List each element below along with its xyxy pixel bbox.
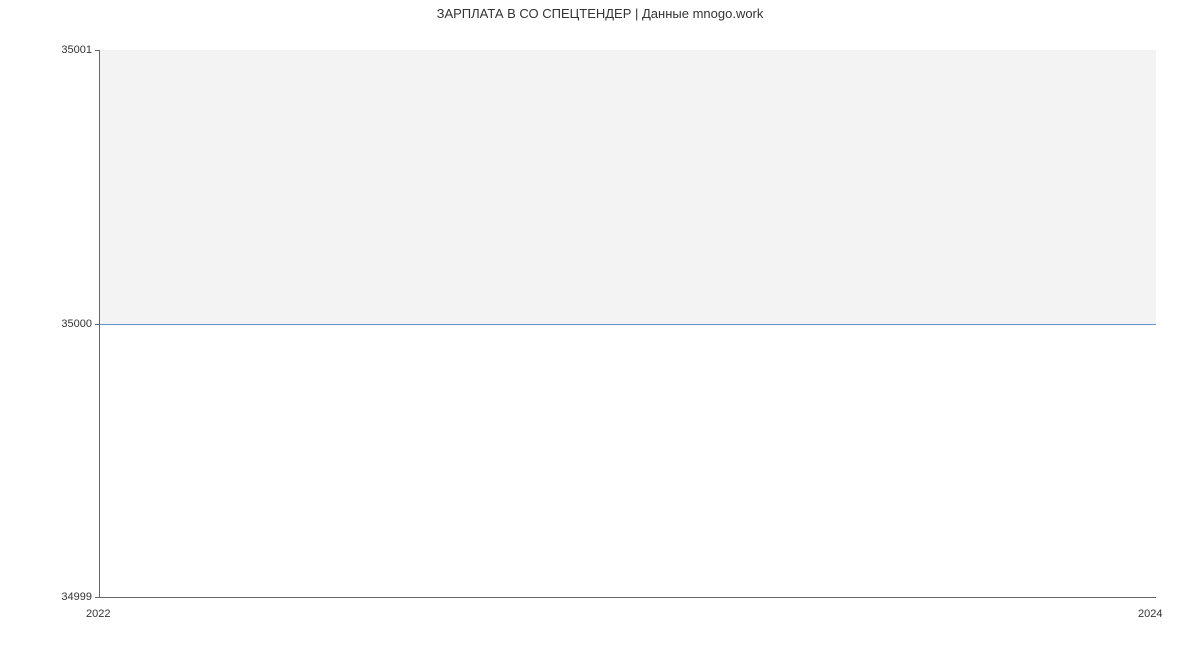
y-tick-label: 34999 xyxy=(61,591,92,603)
y-tick-label: 35000 xyxy=(61,318,92,330)
y-tick-mark xyxy=(95,50,99,51)
y-tick-mark xyxy=(95,324,99,325)
plot-area xyxy=(99,50,1156,598)
x-tick-label: 2024 xyxy=(1138,608,1162,620)
chart-fill-upper xyxy=(100,50,1156,324)
chart-container: ЗАРПЛАТА В СО СПЕЦТЕНДЕР | Данные mnogo.… xyxy=(0,0,1200,650)
chart-title: ЗАРПЛАТА В СО СПЕЦТЕНДЕР | Данные mnogo.… xyxy=(0,6,1200,21)
x-tick-label: 2022 xyxy=(86,608,110,620)
y-tick-mark xyxy=(95,597,99,598)
data-line xyxy=(100,324,1156,325)
y-tick-label: 35001 xyxy=(61,44,92,56)
